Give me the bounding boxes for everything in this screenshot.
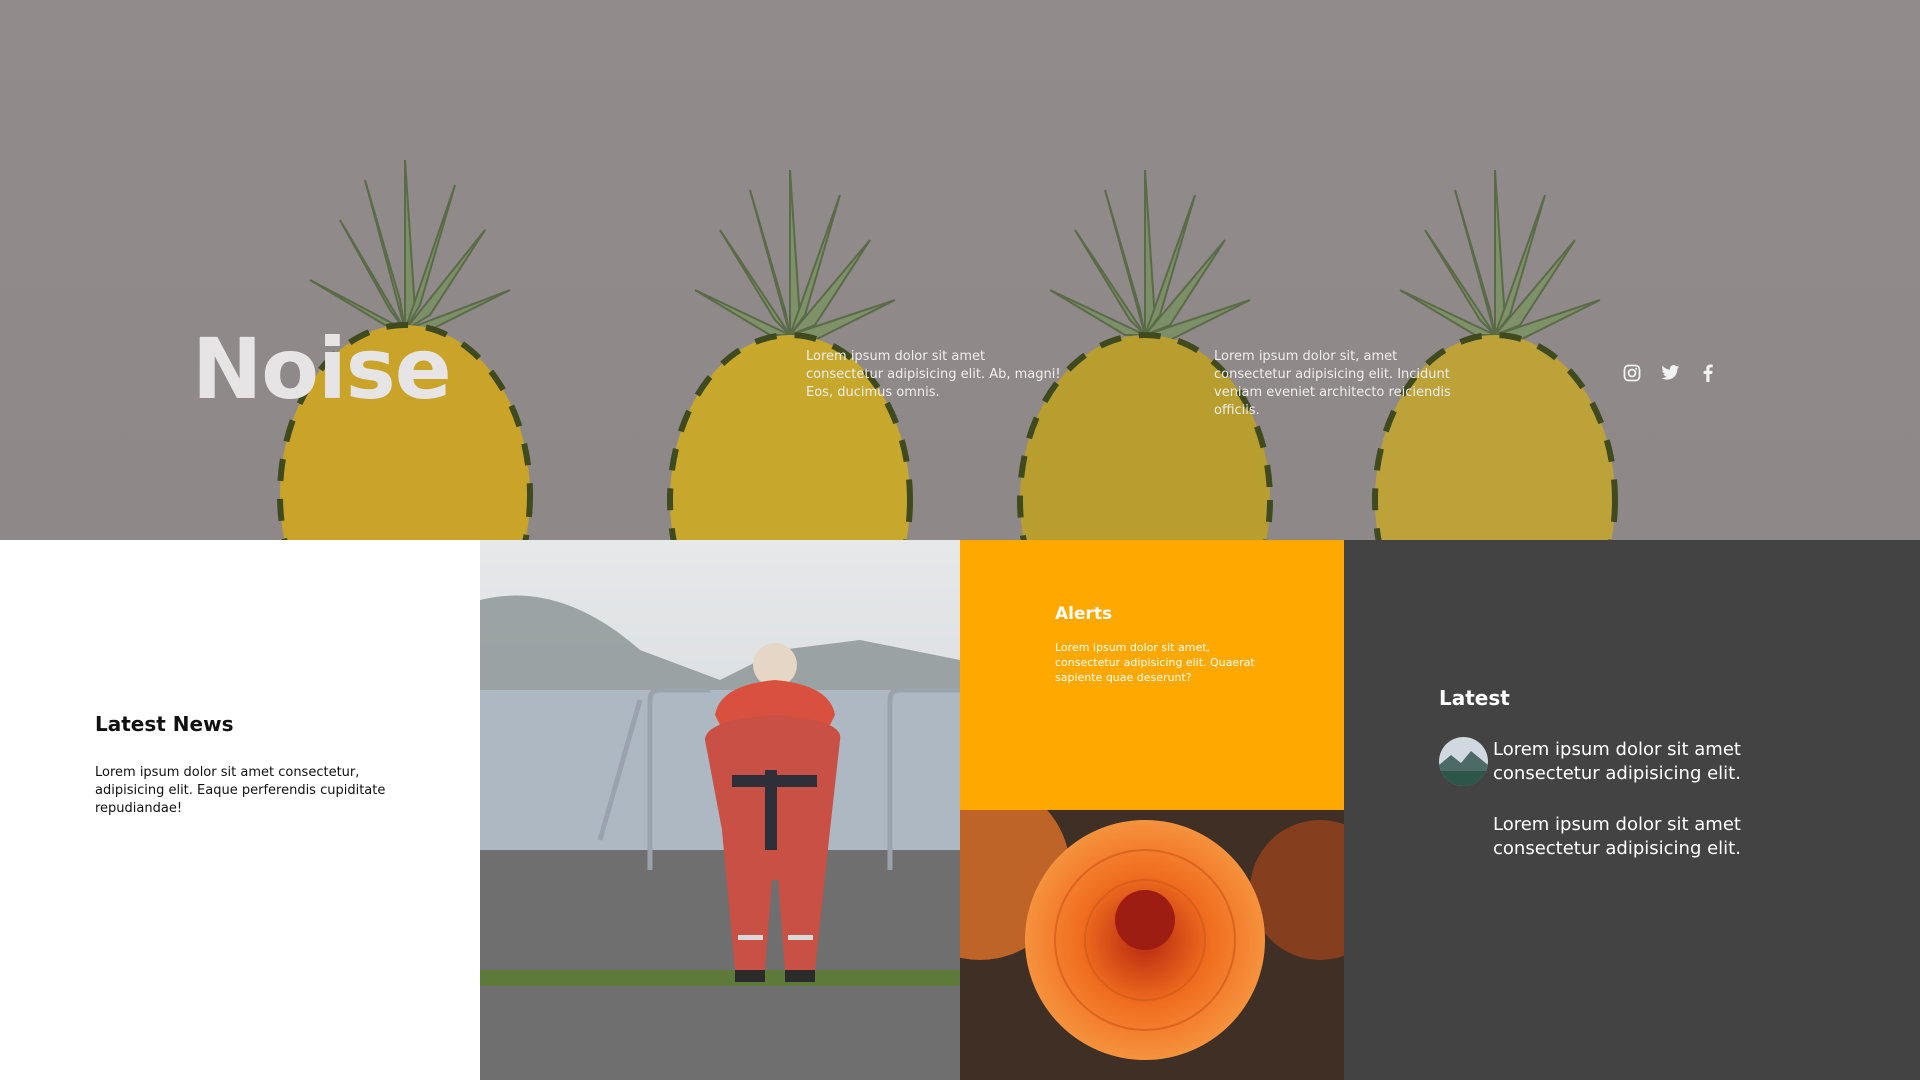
alerts-heading: Alerts <box>1055 604 1113 624</box>
site-title: Noise <box>192 320 452 418</box>
twitter-icon[interactable] <box>1660 363 1680 383</box>
latest-panel <box>1344 540 1920 1080</box>
latest-item-thumbnail[interactable] <box>1439 737 1488 786</box>
social-links <box>1622 363 1718 383</box>
alerts-text: Lorem ipsum dolor sit amet, consectetur … <box>1055 641 1255 684</box>
latest-item[interactable]: Lorem ipsum dolor sit amet consectetur a… <box>1493 738 1853 786</box>
latest-heading: Latest <box>1439 686 1510 710</box>
facebook-icon[interactable] <box>1698 363 1718 383</box>
latest-news-text: Lorem ipsum dolor sit amet consectetur, … <box>95 765 386 816</box>
hero-text-left: Lorem ipsum dolor sit amet consectetur a… <box>806 349 1061 400</box>
hero-banner: Noise Lorem ipsum dolor sit amet consect… <box>0 0 1920 540</box>
latest-news-heading: Latest News <box>95 712 234 736</box>
instagram-icon[interactable] <box>1622 363 1642 383</box>
latest-item[interactable]: Lorem ipsum dolor sit amet consectetur a… <box>1493 813 1853 861</box>
child-by-lake-photo <box>480 540 960 1080</box>
dahlia-flower-photo <box>960 810 1344 1080</box>
hero-text-right: Lorem ipsum dolor sit, amet consectetur … <box>1214 349 1451 418</box>
